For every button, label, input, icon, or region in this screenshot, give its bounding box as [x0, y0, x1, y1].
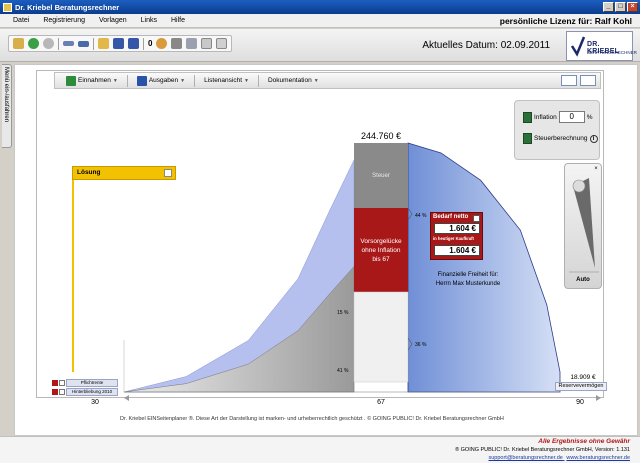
loesung-line	[72, 180, 74, 372]
inflation-input[interactable]: 0	[558, 111, 585, 123]
slider-knob[interactable]	[572, 179, 586, 193]
inflation-unit: %	[586, 113, 593, 121]
x-tick-end: 90	[576, 399, 584, 406]
footer-company: ® GOING PUBLIC! Dr. Kriebel Beratungsrec…	[455, 447, 630, 453]
inflation-label: Inflation	[534, 113, 557, 121]
web-link[interactable]: www.beratungsrechner.de	[566, 455, 630, 461]
bedarf-checkbox[interactable]	[473, 215, 480, 222]
loesung-header[interactable]: Lösung	[72, 166, 176, 180]
freedom-label-1: Finanzielle Freiheit für:	[438, 272, 499, 278]
calculator-icon	[523, 133, 532, 144]
legend-label: Hinterbliebung 2010	[66, 388, 118, 396]
auto-slider[interactable]	[565, 168, 603, 278]
auto-label: Auto	[576, 277, 590, 283]
loesung-toggle[interactable]	[164, 169, 172, 177]
support-link[interactable]: support@beratungsrechner.de	[488, 455, 562, 461]
auto-panel: × Auto	[564, 163, 602, 289]
loesung-label: Lösung	[77, 169, 101, 176]
bedarf-value-1[interactable]: 1.604 €	[434, 223, 480, 234]
legend-row-hinterbliebung[interactable]: Hinterbliebung 2010	[52, 388, 118, 396]
legend-color	[52, 380, 58, 386]
x-tick-mid: 67	[377, 399, 385, 406]
legend-color	[52, 389, 58, 395]
footer: Alle Ergebnisse ohne Gewähr ® GOING PUBL…	[0, 436, 640, 463]
percent-lower-right: 36 %	[415, 342, 427, 348]
legend-checkbox[interactable]	[59, 389, 65, 395]
bedarf-value-2[interactable]: 1.604 €	[434, 245, 480, 256]
bedarf-box: Bedarf netto 1.604 € in heutiger Kaufkra…	[430, 212, 483, 260]
legend-row-pflichtrente[interactable]: Pflichtrente	[52, 379, 118, 387]
gap-label-2: ohne Inflation	[361, 247, 400, 254]
covered-segment	[353, 291, 409, 383]
gap-label-1: Vorsorgelücke	[360, 238, 402, 245]
x-tick-start: 30	[91, 399, 99, 406]
bedarf-title: Bedarf netto	[433, 214, 469, 220]
percent-lower-left: 41 %	[337, 368, 349, 374]
bedarf-subtitle: in heutiger Kaufkraft	[433, 236, 474, 241]
legend-checkbox[interactable]	[59, 380, 65, 386]
total-label: 244.760 €	[361, 131, 401, 141]
slider-right-arrow-icon[interactable]	[596, 395, 601, 401]
reserve-label: Reservevermögen	[555, 382, 607, 391]
decumulation-area	[407, 142, 561, 393]
reserve-value: 18.909 €	[570, 374, 596, 381]
footer-links: support@beratungsrechner.de www.beratung…	[486, 455, 630, 461]
inflation-panel: Inflation 0 % Steuerberechnung i	[514, 100, 600, 160]
percent-upper-left: 15 %	[337, 310, 349, 316]
tax-calc-label[interactable]: Steuerberechnung	[534, 135, 588, 142]
gap-label-3: bis 67	[372, 256, 390, 263]
calculator-icon	[523, 111, 532, 123]
slider-left-arrow-icon[interactable]	[124, 395, 129, 401]
legend-label: Pflichtrente	[66, 379, 118, 387]
footer-slogan: Alle Ergebnisse ohne Gewähr	[538, 438, 630, 445]
copyright-text: Dr. Kriebel EINSeitenplaner ®. Diese Art…	[120, 416, 504, 422]
percent-upper-right: 44 %	[415, 213, 427, 219]
info-icon[interactable]: i	[589, 134, 598, 143]
freedom-label-2: Herrn Max Musterkunde	[436, 281, 501, 287]
tax-label: Steuer	[372, 173, 390, 179]
